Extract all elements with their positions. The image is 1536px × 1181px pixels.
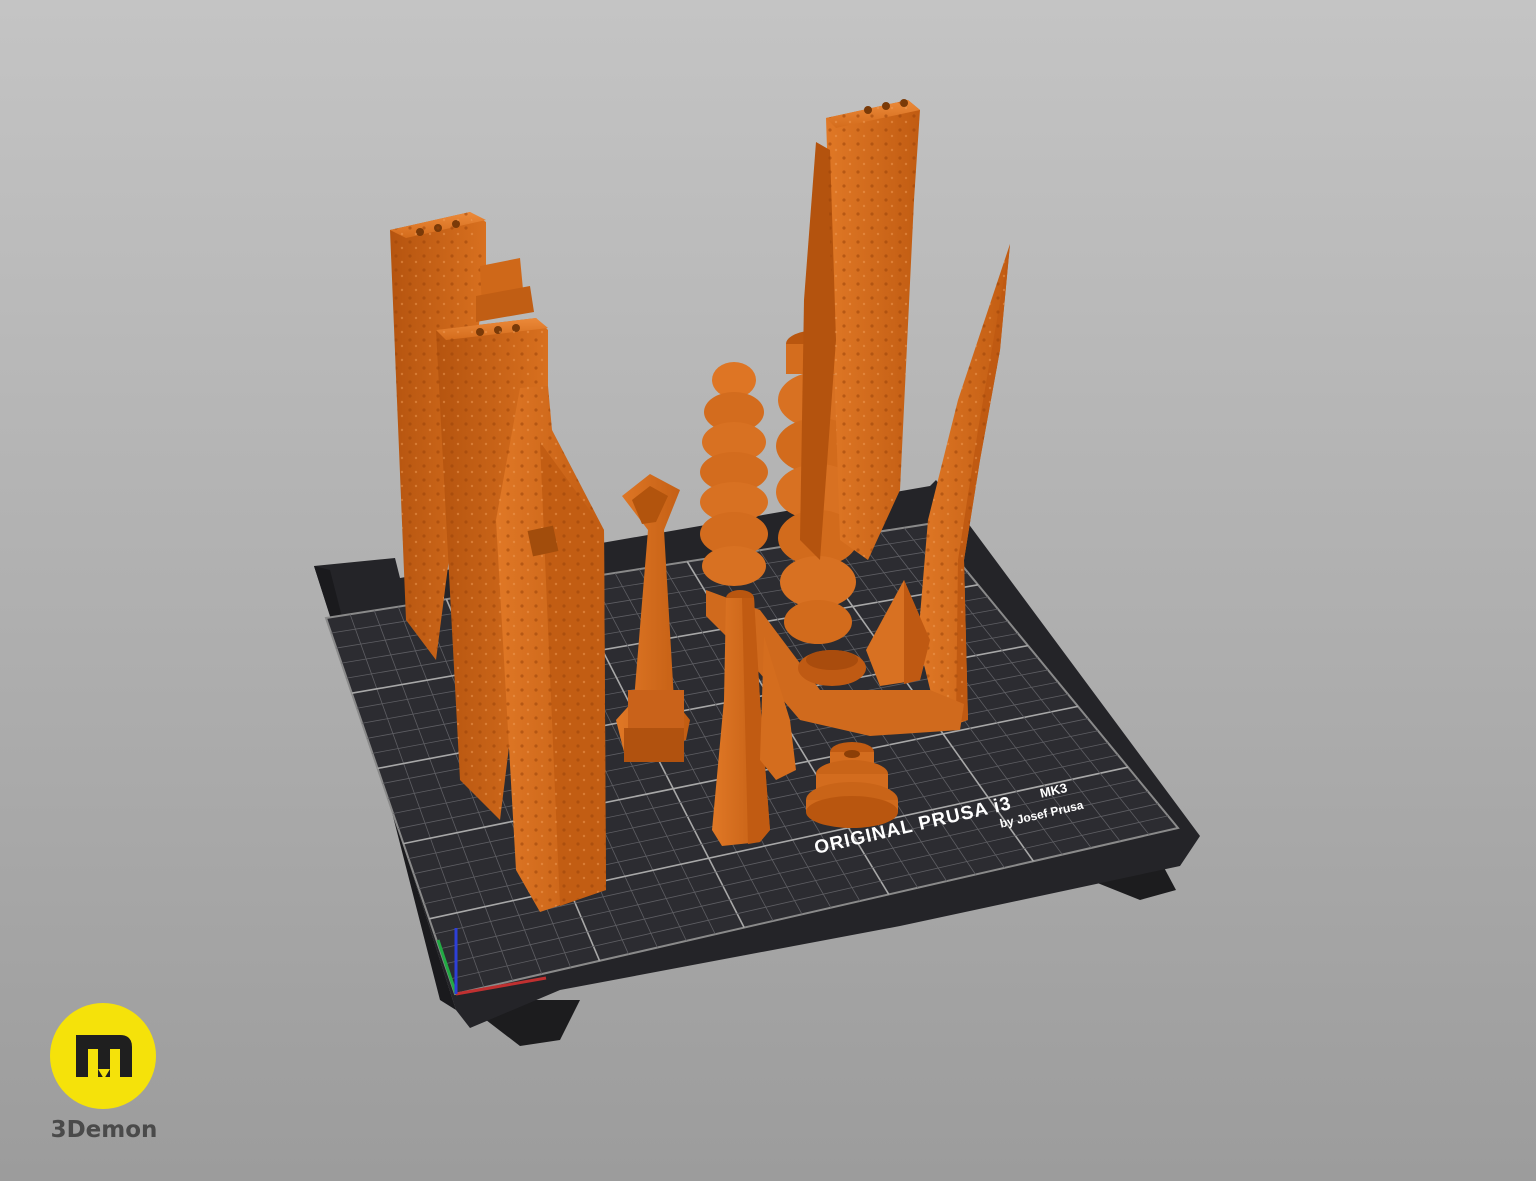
- brand-logo: 3Demon: [48, 1003, 160, 1148]
- model-small-block[interactable]: [476, 258, 534, 322]
- brand-logo-icon: [50, 1003, 156, 1109]
- brand-name: 3Demon: [50, 1117, 158, 1143]
- model-tall-panel-right[interactable]: [800, 99, 920, 560]
- 3d-viewport[interactable]: ORIGINAL PRUSA i3 MK3 by Josef Prusa: [0, 0, 1536, 1181]
